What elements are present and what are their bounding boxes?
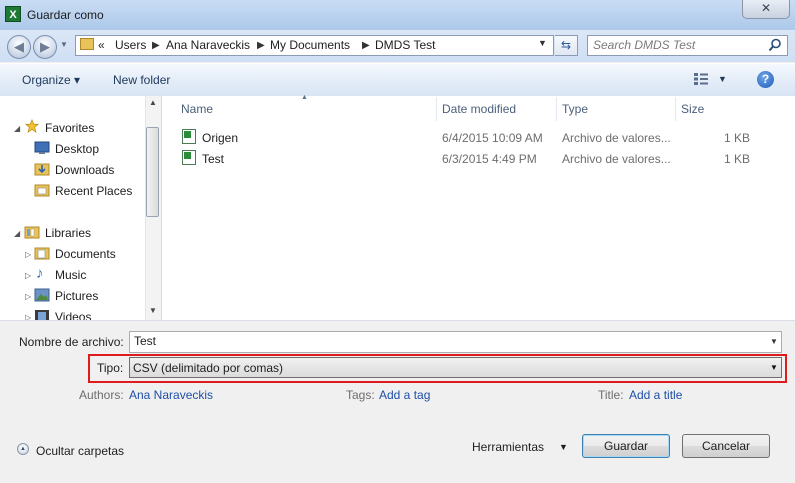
expand-arrow-icon[interactable]: ◢ (14, 124, 20, 133)
breadcrumb-my-documents[interactable]: My Documents (270, 38, 350, 52)
file-name[interactable]: Test (202, 152, 224, 166)
music-icon: ♪ (36, 265, 44, 282)
videos-icon (35, 310, 49, 320)
column-header-type[interactable]: Type (562, 102, 588, 116)
pictures-icon (34, 288, 50, 302)
file-type: Archivo de valores... (562, 131, 671, 145)
tools-button[interactable]: Herramientas (472, 440, 544, 454)
filename-dropdown-icon[interactable]: ▼ (770, 337, 778, 346)
column-divider[interactable] (436, 97, 437, 121)
breadcrumb-separator[interactable]: ▶ (257, 40, 265, 51)
scroll-up-arrow-icon[interactable]: ▲ (146, 98, 160, 107)
expand-arrow-icon[interactable]: ◢ (14, 229, 20, 238)
file-date: 6/4/2015 10:09 AM (442, 131, 543, 145)
nav-pictures[interactable]: Pictures (55, 289, 98, 303)
search-input[interactable] (593, 38, 763, 52)
scroll-down-arrow-icon[interactable]: ▼ (146, 306, 160, 315)
forward-button[interactable]: ▶ (33, 35, 57, 59)
navigation-pane: ◢ Favorites Desktop Downloads Recent Pla… (0, 96, 162, 320)
nav-desktop[interactable]: Desktop (55, 142, 99, 156)
collapsed-arrow-icon[interactable]: ▷ (25, 313, 31, 320)
documents-icon (34, 247, 50, 260)
authors-value[interactable]: Ana Naraveckis (129, 388, 213, 402)
table-row[interactable]: Test 6/3/2015 4:49 PM Archivo de valores… (176, 148, 756, 168)
column-divider[interactable] (556, 97, 557, 121)
breadcrumb-user[interactable]: Ana Naraveckis (166, 38, 250, 52)
desktop-icon (34, 141, 50, 154)
nav-favorites[interactable]: Favorites (45, 121, 94, 135)
column-header-size[interactable]: Size (681, 102, 704, 116)
nav-scrollbar-thumb[interactable] (146, 127, 159, 217)
file-name[interactable]: Origen (202, 131, 238, 145)
star-icon (24, 119, 40, 133)
nav-music[interactable]: Music (55, 268, 86, 282)
address-dropdown-icon[interactable]: ▼ (538, 38, 547, 48)
folder-icon (80, 38, 94, 50)
sort-ascending-icon: ▲ (301, 94, 308, 101)
collapsed-arrow-icon[interactable]: ▷ (25, 271, 31, 280)
file-size: 1 KB (724, 131, 751, 145)
file-date: 6/3/2015 4:49 PM (442, 152, 537, 166)
file-type-dropdown-icon[interactable]: ▼ (770, 363, 778, 372)
column-header-date[interactable]: Date modified (442, 102, 516, 116)
libraries-icon (24, 226, 40, 239)
tags-value[interactable]: Add a tag (379, 388, 430, 402)
back-button[interactable]: ◀ (7, 35, 31, 59)
view-dropdown-icon[interactable]: ▼ (718, 74, 727, 84)
breadcrumb-separator[interactable]: ▶ (152, 40, 160, 51)
hide-folders-button[interactable]: Ocultar carpetas (36, 444, 124, 458)
nav-recent-places[interactable]: Recent Places (55, 184, 132, 198)
csv-file-icon (182, 150, 196, 165)
tags-label: Tags: (346, 388, 375, 402)
window-title: Guardar como (27, 8, 104, 22)
title-value[interactable]: Add a title (629, 388, 682, 402)
breadcrumb-overflow[interactable]: « (98, 38, 105, 52)
tools-dropdown-icon[interactable]: ▼ (559, 442, 568, 452)
recent-locations-dropdown-icon[interactable]: ▼ (60, 40, 68, 49)
refresh-button[interactable]: ⇆ (555, 35, 578, 56)
recent-places-icon (34, 184, 50, 197)
nav-downloads[interactable]: Downloads (55, 163, 114, 177)
file-size: 1 KB (724, 152, 751, 166)
breadcrumb-users[interactable]: Users (115, 38, 146, 52)
help-icon[interactable]: ? (757, 71, 774, 88)
collapsed-arrow-icon[interactable]: ▷ (25, 292, 31, 301)
excel-app-icon: X (5, 6, 21, 22)
column-divider[interactable] (675, 97, 676, 121)
new-folder-button[interactable]: New folder (113, 73, 170, 87)
authors-label: Authors: (79, 388, 124, 402)
type-label: Tipo: (97, 361, 124, 375)
filename-input[interactable] (134, 334, 754, 348)
nav-documents[interactable]: Documents (55, 247, 116, 261)
view-options-icon[interactable] (694, 73, 708, 85)
organize-button[interactable]: Organize ▾ (22, 73, 80, 87)
column-header-name[interactable]: Name (181, 102, 213, 116)
csv-file-icon (182, 129, 196, 144)
close-button[interactable]: ✕ (742, 0, 790, 19)
search-icon[interactable] (768, 38, 782, 52)
nav-videos[interactable]: Videos (55, 310, 91, 320)
breadcrumb-dmds-test[interactable]: DMDS Test (375, 38, 435, 52)
filename-label: Nombre de archivo: (19, 335, 124, 349)
save-button[interactable]: Guardar (582, 434, 670, 458)
file-type-value[interactable]: CSV (delimitado por comas) (133, 361, 283, 375)
file-type: Archivo de valores... (562, 152, 671, 166)
nav-libraries[interactable]: Libraries (45, 226, 91, 240)
breadcrumb-separator[interactable]: ▶ (362, 40, 370, 51)
downloads-icon (34, 163, 50, 176)
hide-folders-chevron-icon[interactable]: ▲ (17, 443, 29, 455)
collapsed-arrow-icon[interactable]: ▷ (25, 250, 31, 259)
title-bar (0, 0, 795, 31)
table-row[interactable]: Origen 6/4/2015 10:09 AM Archivo de valo… (176, 127, 756, 147)
title-label: Title: (598, 388, 624, 402)
cancel-button[interactable]: Cancelar (682, 434, 770, 458)
